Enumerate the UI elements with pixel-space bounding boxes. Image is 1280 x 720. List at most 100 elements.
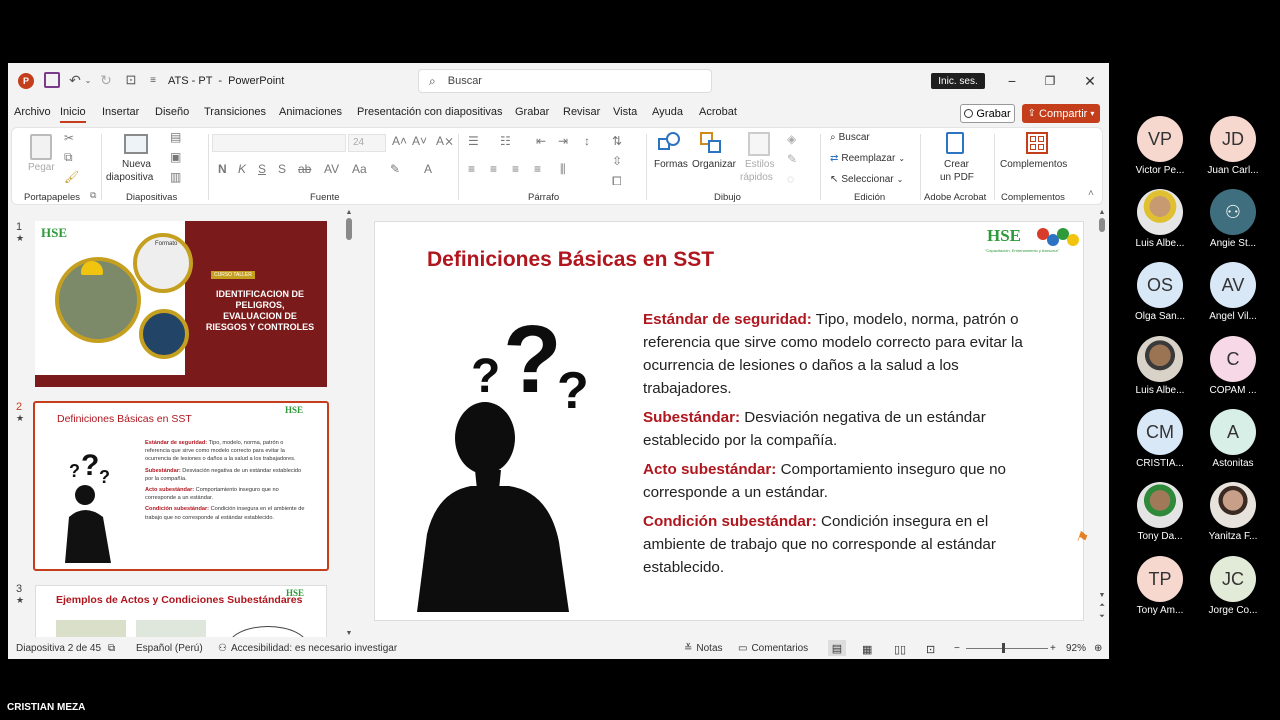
font-size-field[interactable]: 24 bbox=[348, 134, 386, 152]
zoom-in-icon[interactable]: + bbox=[1050, 643, 1056, 654]
bold-icon[interactable]: N bbox=[218, 162, 227, 176]
notes-button[interactable]: ≚ Notas bbox=[684, 643, 723, 654]
shapes-icon[interactable] bbox=[658, 132, 682, 154]
scroll-thumb[interactable] bbox=[346, 218, 352, 240]
select-button[interactable]: ↖ Seleccionar ⌄ bbox=[830, 174, 903, 185]
participant-tile[interactable]: JD Juan Carl... bbox=[1198, 116, 1268, 176]
paste-icon[interactable] bbox=[30, 134, 52, 160]
participant-tile[interactable]: TP Tony Am... bbox=[1125, 556, 1195, 616]
new-slide-icon[interactable] bbox=[124, 134, 148, 154]
justify-icon[interactable]: ≡ bbox=[534, 162, 541, 176]
highlight-icon[interactable]: ✎ bbox=[390, 162, 400, 176]
minimize-icon[interactable]: − bbox=[1002, 71, 1022, 91]
increase-font-icon[interactable]: A˄ bbox=[392, 134, 407, 148]
search-box[interactable]: ⌕ Buscar bbox=[418, 69, 712, 93]
layout-icon[interactable]: ▤ bbox=[170, 130, 181, 144]
tab-archivo[interactable]: Archivo bbox=[14, 106, 51, 118]
align-text-icon[interactable]: ⇳ bbox=[612, 154, 622, 168]
bullets-icon[interactable]: ☰ bbox=[468, 134, 479, 148]
effects-icon[interactable]: ◌ bbox=[787, 172, 794, 186]
find-button[interactable]: ⌕ Buscar bbox=[830, 132, 870, 143]
outline-icon[interactable]: ✎ bbox=[787, 152, 797, 166]
shadow-icon[interactable]: S bbox=[278, 162, 286, 176]
arrange-button[interactable]: Organizar bbox=[692, 159, 736, 170]
fill-icon[interactable]: ◈ bbox=[787, 132, 796, 146]
addins-icon[interactable] bbox=[1026, 132, 1048, 154]
tab-revisar[interactable]: Revisar bbox=[563, 106, 600, 118]
format-painter-icon[interactable]: 🖌 bbox=[64, 170, 79, 184]
paste-button[interactable]: Pegar bbox=[28, 162, 55, 173]
font-name-field[interactable] bbox=[212, 134, 346, 152]
participant-tile[interactable]: AV Angel Vil... bbox=[1198, 262, 1268, 322]
tab-inicio[interactable]: Inicio bbox=[60, 106, 86, 123]
shapes-button[interactable]: Formas bbox=[654, 159, 688, 170]
section-icon[interactable]: ▥ bbox=[170, 170, 181, 184]
new-slide-label-1[interactable]: Nueva bbox=[122, 159, 151, 170]
quick-styles-icon[interactable] bbox=[748, 132, 770, 156]
participant-tile[interactable]: CM CRISTIA... bbox=[1125, 409, 1195, 469]
share-button[interactable]: ⇪ Compartir ▾ bbox=[1022, 104, 1100, 123]
sign-in-button[interactable]: Inic. ses. bbox=[931, 73, 985, 89]
zoom-out-icon[interactable]: − bbox=[954, 643, 960, 654]
align-right-icon[interactable]: ≡ bbox=[512, 162, 519, 176]
present-from-start-icon[interactable]: ⊡ bbox=[123, 71, 139, 89]
tab-vista[interactable]: Vista bbox=[613, 106, 637, 118]
participant-tile[interactable]: OS Olga San... bbox=[1125, 262, 1195, 322]
main-slide[interactable]: Definiciones Básicas en SST HSE "Capacit… bbox=[374, 221, 1084, 621]
create-pdf-icon[interactable] bbox=[946, 132, 964, 154]
reading-view-icon[interactable]: ▯▯ bbox=[894, 643, 906, 656]
tab-diseno[interactable]: Diseño bbox=[155, 106, 189, 118]
quick-styles-label-1[interactable]: Estilos bbox=[745, 159, 774, 170]
new-slide-label-2[interactable]: diapositiva bbox=[106, 172, 153, 183]
slideshow-icon[interactable]: ⊡ bbox=[926, 643, 935, 656]
arrange-icon[interactable] bbox=[700, 132, 724, 156]
tab-transiciones[interactable]: Transiciones bbox=[204, 106, 266, 118]
align-center-icon[interactable]: ≡ bbox=[490, 162, 497, 176]
thumbnail-slide-2[interactable]: Definiciones Básicas en SST HSE ? ? ? Es… bbox=[33, 401, 329, 571]
scroll-up-icon[interactable]: ▲ bbox=[345, 209, 353, 216]
slide-scrollbar[interactable]: ▲ ▼ ⏶ ⏷ bbox=[1098, 209, 1106, 621]
record-button[interactable]: Grabar bbox=[960, 104, 1015, 123]
scroll-down-icon[interactable]: ▼ bbox=[345, 630, 353, 637]
line-spacing-icon[interactable]: ↕ bbox=[584, 134, 590, 148]
clipboard-launcher-icon[interactable]: ⧉ bbox=[90, 190, 96, 201]
fit-slide-icon[interactable]: ⊕ bbox=[1094, 643, 1102, 654]
underline-icon[interactable]: S bbox=[258, 162, 266, 176]
strikethrough-icon[interactable]: ab bbox=[298, 162, 311, 176]
close-icon[interactable]: ✕ bbox=[1080, 71, 1100, 91]
copy-icon[interactable]: ⧉ bbox=[64, 150, 73, 165]
create-pdf-label-1[interactable]: Crear bbox=[944, 159, 969, 170]
addins-button[interactable]: Complementos bbox=[1000, 159, 1067, 170]
decrease-indent-icon[interactable]: ⇤ bbox=[536, 134, 546, 148]
tab-ayuda[interactable]: Ayuda bbox=[652, 106, 683, 118]
collapse-ribbon-icon[interactable]: ˄ bbox=[1088, 188, 1094, 199]
participant-tile[interactable]: ⚇ Angie St... bbox=[1198, 189, 1268, 249]
undo-icon[interactable]: ↶ bbox=[68, 71, 82, 89]
spell-check-icon[interactable]: ⧉ bbox=[108, 643, 115, 654]
normal-view-icon[interactable]: ▤ bbox=[828, 640, 846, 656]
replace-button[interactable]: ⇄ Reemplazar ⌄ bbox=[830, 153, 905, 164]
tab-acrobat[interactable]: Acrobat bbox=[699, 106, 737, 118]
participant-tile[interactable]: Luis Albe... bbox=[1125, 189, 1195, 249]
participant-tile[interactable]: C COPAM ... bbox=[1198, 336, 1268, 396]
zoom-slider[interactable] bbox=[966, 643, 1048, 653]
numbering-icon[interactable]: ☷ bbox=[500, 134, 511, 148]
participant-tile[interactable]: Tony Da... bbox=[1125, 482, 1195, 542]
participant-tile[interactable]: Yanitza F... bbox=[1198, 482, 1268, 542]
clear-format-icon[interactable]: A⨯ bbox=[436, 134, 454, 148]
tab-animaciones[interactable]: Animaciones bbox=[279, 106, 342, 118]
create-pdf-label-2[interactable]: un PDF bbox=[940, 172, 974, 183]
tab-insertar[interactable]: Insertar bbox=[102, 106, 139, 118]
tab-grabar[interactable]: Grabar bbox=[515, 106, 549, 118]
quick-styles-label-2[interactable]: rápidos bbox=[740, 172, 773, 183]
thumbnail-slide-3[interactable]: Ejemplos de Actos y Condiciones Subestán… bbox=[35, 585, 327, 637]
slide-sorter-icon[interactable]: ▦ bbox=[862, 643, 872, 656]
case-icon[interactable]: Aa bbox=[352, 162, 367, 176]
accessibility-status[interactable]: ⚇ Accesibilidad: es necesario investigar bbox=[218, 643, 397, 654]
tab-presentacion[interactable]: Presentación con diapositivas bbox=[357, 106, 503, 118]
zoom-level[interactable]: 92% bbox=[1066, 643, 1086, 654]
save-icon[interactable] bbox=[44, 72, 60, 88]
next-slide-icon[interactable]: ⏷ bbox=[1098, 613, 1106, 621]
participant-tile[interactable]: JC Jorge Co... bbox=[1198, 556, 1268, 616]
scroll-down-icon[interactable]: ▼ bbox=[1098, 592, 1106, 599]
